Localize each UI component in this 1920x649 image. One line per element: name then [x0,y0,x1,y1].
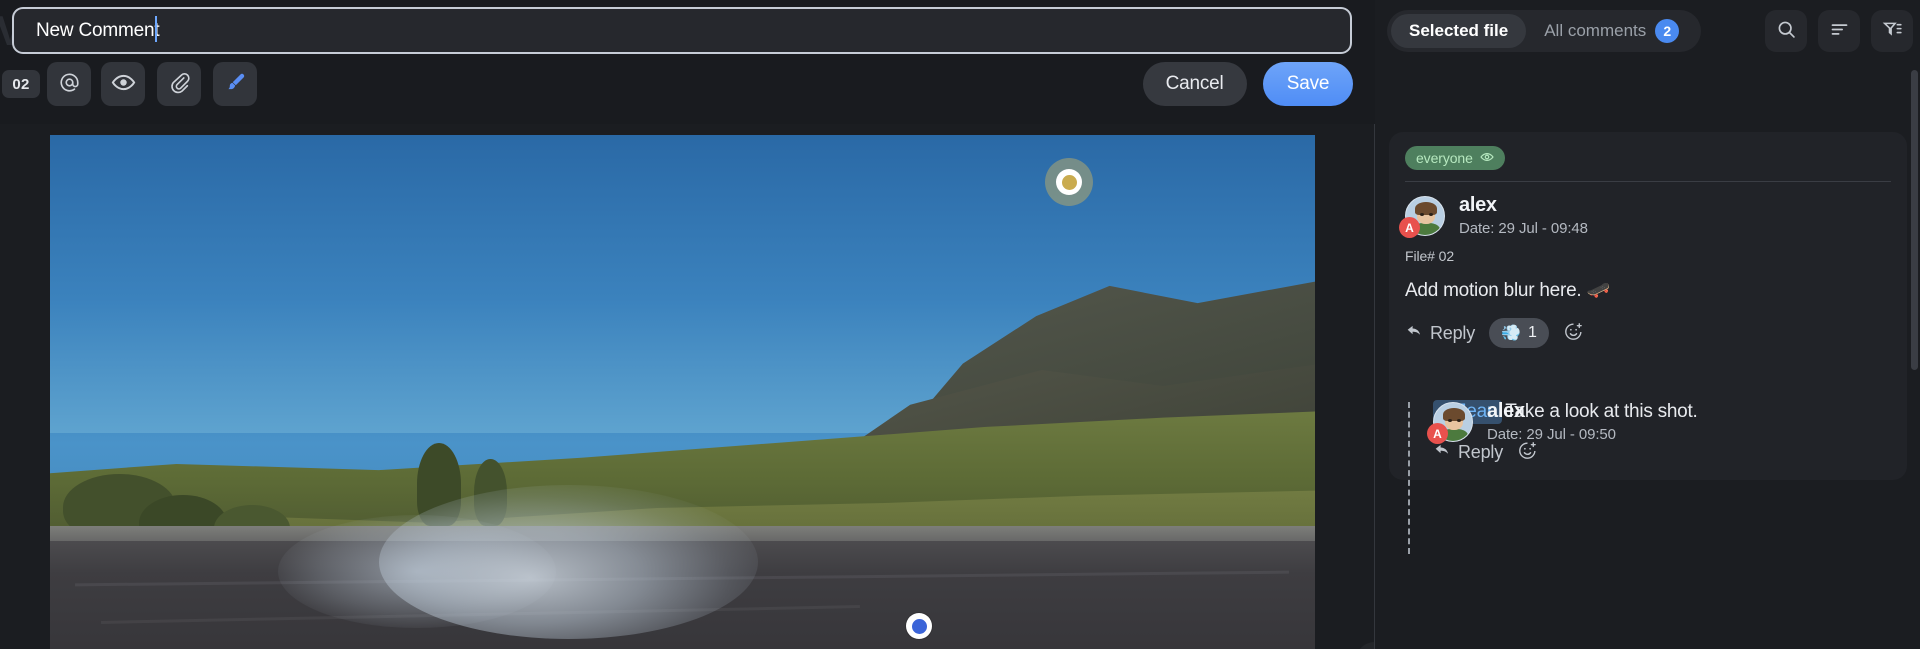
reply-label: Reply [1430,322,1476,343]
sort-button[interactable] [1818,10,1860,52]
at-sign-icon [58,71,81,97]
scrollbar-thumb[interactable] [1911,70,1918,370]
marker-halo [1045,158,1093,206]
comment-marker-blue[interactable] [906,613,932,639]
paperclip-icon [168,71,191,97]
comment-date: Date: 29 Jul - 09:48 [1459,220,1588,237]
tab-all-comments[interactable]: All comments 2 [1526,14,1697,48]
add-reaction-button[interactable] [1517,440,1538,464]
avatar[interactable]: A [1427,402,1473,444]
cancel-button[interactable]: Cancel [1142,62,1247,106]
attach-button[interactable] [157,62,201,106]
marker-core [911,618,927,634]
file-number-badge: 02 [2,70,40,98]
marker-ring [1056,169,1082,195]
photo-smoke [378,484,759,639]
marker-ring [906,613,932,639]
comment-file-ref: File# 02 [1405,248,1455,264]
canvas-area [0,124,1395,649]
thread-rail [1408,402,1410,554]
reply-button[interactable]: Reply [1433,440,1503,464]
reply-arrow-icon [1405,321,1424,345]
reaction-emoji: 💨 [1501,325,1521,342]
filter-button[interactable] [1871,10,1913,52]
app-root: V 02 [0,0,1920,649]
add-emoji-icon [1517,440,1538,464]
draw-button[interactable] [213,62,257,106]
reply-button[interactable]: Reply [1405,321,1475,345]
eye-icon [1480,150,1494,167]
text-caret [155,16,157,42]
reply-content: A alex Date: 29 Jul - 09:50 @JeanTake a … [1427,400,1891,464]
visibility-badge[interactable]: everyone [1405,146,1505,170]
comment-root: A alex Date: 29 Jul - 09:48 File# 02 Add… [1399,182,1891,554]
comment-actions: Reply 💨 1 [1405,318,1891,348]
comment-actions: Reply [1433,440,1891,464]
mention-button[interactable] [47,62,91,106]
comment-author: alex [1459,194,1497,216]
comment-body-text: Take a look at this shot. [1505,401,1698,422]
eye-icon [111,70,136,98]
panel-tabs: Selected file All comments 2 [1387,10,1702,52]
all-comments-count-badge: 2 [1655,19,1680,43]
comment-marker-olive[interactable] [1045,158,1093,206]
search-icon [1776,19,1797,43]
tab-selected-file[interactable]: Selected file [1391,14,1527,48]
tab-selected-file-label: Selected file [1409,21,1509,40]
search-button[interactable] [1765,10,1807,52]
add-emoji-icon [1563,321,1584,345]
sort-icon [1829,19,1850,43]
comment-composer: V 02 [0,0,1375,124]
avatar[interactable]: A [1399,196,1445,238]
panel-scrollbar[interactable] [1911,70,1918,630]
avatar-initial-badge: A [1399,217,1420,238]
panel-header: Selected file All comments 2 [1375,0,1920,62]
reaction-chip[interactable]: 💨 1 [1489,318,1549,348]
save-button[interactable]: Save [1263,62,1353,106]
marker-core [1061,174,1077,190]
comment-reply: A alex Date: 29 Jul - 09:50 @JeanTake a … [1405,400,1891,554]
composer-actions: Cancel Save [1142,62,1353,106]
add-reaction-button[interactable] [1563,321,1584,345]
filter-icon [1882,19,1903,43]
photo-viewport[interactable] [50,135,1315,649]
visibility-button[interactable] [101,62,145,106]
comment-date: Date: 29 Jul - 09:50 [1487,426,1616,443]
comment-body: Add motion blur here. 🛹 [1405,280,1610,301]
comment-thread-card: everyone A alex Date: 29 Jul - 09:48 Fil… [1389,132,1907,554]
avatar-initial-badge: A [1427,423,1448,444]
comment-input-wrapper[interactable] [12,7,1352,54]
paintbrush-icon [224,71,247,97]
comment-input[interactable] [14,9,1350,52]
comment-author: alex [1487,400,1525,422]
tab-all-comments-label: All comments [1544,21,1647,40]
comments-panel: Selected file All comments 2 everyone A … [1375,0,1920,649]
reply-label: Reply [1458,441,1504,462]
visibility-badge-label: everyone [1416,150,1473,166]
reaction-count: 1 [1527,324,1537,341]
editor-pane: V 02 [0,0,1395,649]
